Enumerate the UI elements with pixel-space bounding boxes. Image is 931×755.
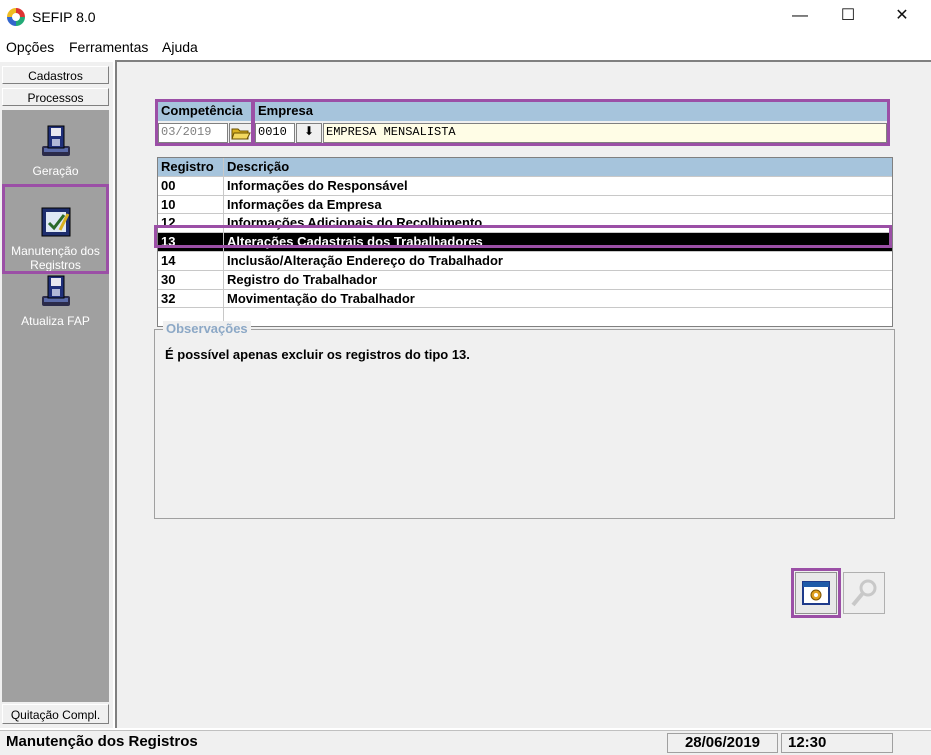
menu-ajuda[interactable]: Ajuda xyxy=(162,39,198,55)
disk-generate-icon xyxy=(41,125,70,156)
tool-atualiza-fap[interactable]: Atualiza FAP xyxy=(2,274,109,328)
disk-update-icon xyxy=(41,275,70,306)
minimize-icon[interactable]: — xyxy=(777,0,823,32)
main-area: Competência Empresa 03/2019 0010 ⬇ EMPRE… xyxy=(115,60,931,728)
title-bar: SEFIP 8.0 — ☐ ✕ xyxy=(0,0,931,34)
table-row[interactable]: 30 Registro do Trabalhador xyxy=(158,270,892,290)
quitacao-compl-button[interactable]: Quitação Compl. xyxy=(2,704,109,724)
selection-highlight xyxy=(2,184,109,274)
row-desc: Inclusão/Alteração Endereço do Trabalhad… xyxy=(227,252,503,268)
processos-button[interactable]: Processos xyxy=(2,88,109,106)
row-desc: Informações do Responsável xyxy=(227,177,408,193)
close-icon[interactable]: ✕ xyxy=(879,0,925,32)
row-desc: Informações da Empresa xyxy=(227,196,382,212)
row-desc: Movimentação do Trabalhador xyxy=(227,290,415,306)
maximize-icon[interactable]: ☐ xyxy=(825,0,871,32)
tool-geracao-label: Geração xyxy=(32,164,79,178)
status-bar: Manutenção dos Registros 28/06/2019 12:3… xyxy=(0,730,931,755)
observacoes-group: Observações É possível apenas excluir os… xyxy=(154,321,895,519)
cadastros-button[interactable]: Cadastros xyxy=(2,66,109,84)
row-code: 10 xyxy=(158,195,224,214)
execute-highlight xyxy=(791,568,841,618)
col-registro[interactable]: Registro xyxy=(158,158,224,176)
window-title: SEFIP 8.0 xyxy=(32,9,96,25)
tool-geracao[interactable]: Geração xyxy=(2,124,109,178)
col-descricao[interactable]: Descrição xyxy=(224,158,892,176)
row-code: 30 xyxy=(158,270,224,289)
left-panel: Cadastros Processos Geração Manutenção d… xyxy=(0,62,113,728)
sefip-logo-icon xyxy=(7,8,25,26)
row-highlight xyxy=(154,225,892,248)
observacoes-title: Observações xyxy=(163,321,251,336)
search-button-disabled[interactable] xyxy=(843,572,885,614)
tool-atualiza-fap-label: Atualiza FAP xyxy=(21,314,90,328)
row-code: 14 xyxy=(158,251,224,270)
row-desc-empty xyxy=(224,308,892,326)
table-row[interactable]: 10 Informações da Empresa xyxy=(158,195,892,215)
status-date: 28/06/2019 xyxy=(667,733,778,753)
table-row[interactable]: 00 Informações do Responsável xyxy=(158,176,892,196)
observacoes-text: É possível apenas excluir os registros d… xyxy=(165,347,470,362)
status-time: 12:30 xyxy=(781,733,893,753)
table-row[interactable]: 32 Movimentação do Trabalhador xyxy=(158,289,892,309)
empresa-highlight xyxy=(252,99,890,146)
row-code: 32 xyxy=(158,289,224,308)
menu-opcoes[interactable]: Opções xyxy=(6,39,54,55)
row-code: 00 xyxy=(158,176,224,195)
row-desc: Registro do Trabalhador xyxy=(227,271,378,287)
status-message: Manutenção dos Registros xyxy=(6,733,198,750)
table-row[interactable]: 14 Inclusão/Alteração Endereço do Trabal… xyxy=(158,251,892,271)
menu-ferramentas[interactable]: Ferramentas xyxy=(69,39,148,55)
table-row-empty[interactable] xyxy=(158,308,892,327)
table-header: Registro Descrição xyxy=(158,158,892,177)
magnifier-icon xyxy=(851,579,877,607)
competencia-highlight xyxy=(155,99,254,146)
